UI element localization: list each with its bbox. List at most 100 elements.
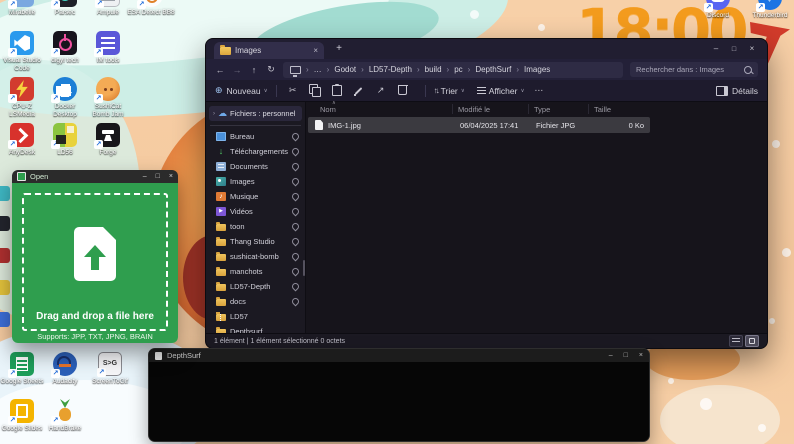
sidebar-item-ld57-depth[interactable]: LD57-Depth	[206, 279, 305, 294]
maximize-button[interactable]: □	[624, 352, 628, 359]
desktop-icon-esa-detect-bb8[interactable]: ESA Detect BB8	[127, 0, 175, 17]
sidebar-item-musique[interactable]: Musique	[206, 189, 305, 204]
desktop-icon-mirabelle[interactable]: Mirabelle	[0, 0, 44, 17]
close-button[interactable]: ×	[639, 352, 643, 359]
share-button[interactable]	[373, 83, 389, 99]
breadcrumb-item[interactable]: build	[425, 65, 442, 74]
sort-arrows-icon	[434, 86, 438, 95]
partial-desktop-icon[interactable]	[0, 280, 10, 295]
downloads-icon	[216, 147, 226, 156]
cut-button[interactable]	[285, 83, 301, 99]
sidebar-scrollbar[interactable]	[303, 260, 305, 276]
up-button[interactable]	[249, 65, 259, 75]
drop-zone[interactable]: Drag and drop a file here Supports: JPP,…	[22, 193, 168, 341]
desktop-icon-digyl-tech[interactable]: digyl tech	[43, 31, 87, 65]
desktop-icon-sushicat[interactable]: SushiCat Bomb Jam	[86, 77, 130, 118]
sidebar-item-ld57[interactable]: LD57	[206, 309, 305, 324]
file-row-selected[interactable]: IMG-1.jpg 06/04/2025 17:41 Fichier JPG 0…	[308, 117, 650, 133]
partial-desktop-icon[interactable]	[0, 248, 10, 263]
desktop-icon-vscode[interactable]: Visual Studio Code	[0, 31, 44, 72]
close-button[interactable]	[745, 43, 759, 55]
sidebar-item-telechargements[interactable]: Téléchargements	[206, 144, 305, 159]
breadcrumb[interactable]: … Godot LD57-Depth build pc DepthSurf Im…	[283, 61, 623, 78]
desktop-icon-thunderbird[interactable]: Thunderbird	[748, 0, 792, 20]
breadcrumb-overflow[interactable]: …	[314, 65, 322, 74]
sidebar-item-home[interactable]: Fichiers : personnel	[209, 106, 302, 121]
refresh-button[interactable]	[266, 64, 276, 75]
minimize-button[interactable]	[709, 43, 723, 55]
desktop-icon-anydesk[interactable]: AnyDesk	[0, 123, 44, 157]
column-header-taille[interactable]: Taille	[594, 105, 611, 114]
more-options-button[interactable]: ⋯	[535, 85, 545, 96]
sidebar-item-toon[interactable]: toon	[206, 219, 305, 234]
breadcrumb-item-current[interactable]: Images	[524, 65, 550, 74]
minimize-button[interactable]: –	[143, 173, 147, 180]
desktop-icon-parsec[interactable]: Parsec	[43, 0, 87, 17]
file-type: Fichier JPG	[536, 120, 576, 130]
console-output[interactable]	[149, 362, 649, 441]
breadcrumb-item[interactable]: Godot	[334, 65, 356, 74]
desktop-icon-label: HandBrake	[48, 425, 82, 432]
sidebar-item-manchots[interactable]: manchots	[206, 264, 305, 279]
search-icon	[744, 65, 752, 74]
breadcrumb-item[interactable]: pc	[454, 65, 462, 74]
column-header-modifie[interactable]: Modifié le	[458, 105, 490, 114]
partial-desktop-icon[interactable]	[0, 312, 10, 327]
search-input[interactable]: Rechercher dans : Images	[630, 62, 758, 77]
pin-icon	[290, 296, 301, 307]
open-dialog-titlebar[interactable]: Open – □ ×	[12, 170, 178, 183]
desktop-icon-google-slides[interactable]: Google Slides	[0, 399, 44, 433]
desktop-icon-ampule[interactable]: Ampule	[86, 0, 130, 17]
details-pane-button[interactable]: Détails	[716, 85, 758, 96]
rename-button[interactable]	[351, 83, 367, 99]
pixel-art-icon	[51, 123, 77, 149]
desktop-icon-forge[interactable]: Forge	[86, 123, 130, 157]
desktop-icon-im-tools[interactable]: IM tools	[86, 31, 130, 65]
desktop-icon-audacity[interactable]: Audacity	[43, 352, 87, 386]
desktop-icon-google-sheets[interactable]: Google Sheets	[0, 352, 44, 386]
forward-button[interactable]	[232, 65, 242, 75]
desktop-icon-ld56[interactable]: LD56	[43, 123, 87, 157]
desktop-icon-cpuz[interactable]: CPU-Z LSMedia	[0, 77, 44, 118]
sidebar-item-images[interactable]: Images	[206, 174, 305, 189]
maximize-button[interactable]	[727, 43, 741, 55]
delete-button[interactable]	[395, 83, 411, 99]
paste-button[interactable]	[329, 83, 345, 99]
view-button[interactable]: Afficher	[476, 86, 525, 96]
tab-close-icon[interactable]	[313, 46, 318, 55]
close-button[interactable]: ×	[169, 173, 173, 180]
sidebar-item-sushicat-bomb[interactable]: sushicat-bomb	[206, 249, 305, 264]
breadcrumb-item[interactable]: DepthSurf	[475, 65, 511, 74]
sidebar-item-bureau[interactable]: Bureau	[206, 129, 305, 144]
back-button[interactable]	[215, 65, 225, 75]
sidebar-item-thang-studio[interactable]: Thang Studio	[206, 234, 305, 249]
sidebar-item-docs[interactable]: docs	[206, 294, 305, 309]
sidebar-item-documents[interactable]: Documents	[206, 159, 305, 174]
minimize-button[interactable]: –	[609, 352, 613, 359]
shortcut-arrow-icon	[137, 0, 146, 9]
new-tab-button[interactable]	[332, 42, 346, 56]
maximize-button[interactable]: □	[156, 173, 160, 180]
desktop-icon-handbrake[interactable]: HandBrake	[43, 399, 87, 433]
sort-button[interactable]: Trier	[434, 86, 465, 96]
explorer-tab-images[interactable]: Images	[214, 42, 324, 59]
icons-view-toggle[interactable]	[745, 335, 759, 347]
copy-button[interactable]	[307, 83, 323, 99]
desktop-icon-docker[interactable]: Docker Desktop	[43, 77, 87, 118]
chevron-down-icon	[520, 88, 524, 94]
file-modified: 06/04/2025 17:41	[460, 120, 519, 130]
partial-desktop-icon[interactable]	[0, 216, 10, 231]
desktop-icon-screentogif[interactable]: S>G ScreenToGif	[88, 352, 132, 386]
console-titlebar[interactable]: DepthSurf – □ ×	[149, 349, 649, 362]
column-header-type[interactable]: Type	[534, 105, 550, 114]
sidebar-item-videos[interactable]: Vidéos	[206, 204, 305, 219]
details-view-toggle[interactable]	[729, 335, 743, 347]
shortcut-arrow-icon	[51, 94, 60, 103]
breadcrumb-item[interactable]: LD57-Depth	[369, 65, 412, 74]
new-button[interactable]: ⊕ Nouveau	[215, 85, 268, 96]
this-pc-icon[interactable]	[290, 65, 301, 76]
ampule-icon	[95, 0, 120, 8]
partial-desktop-icon[interactable]	[0, 186, 10, 201]
column-header-nom[interactable]: Nom	[320, 105, 336, 114]
desktop-icon-discord[interactable]: Discord	[696, 0, 740, 20]
